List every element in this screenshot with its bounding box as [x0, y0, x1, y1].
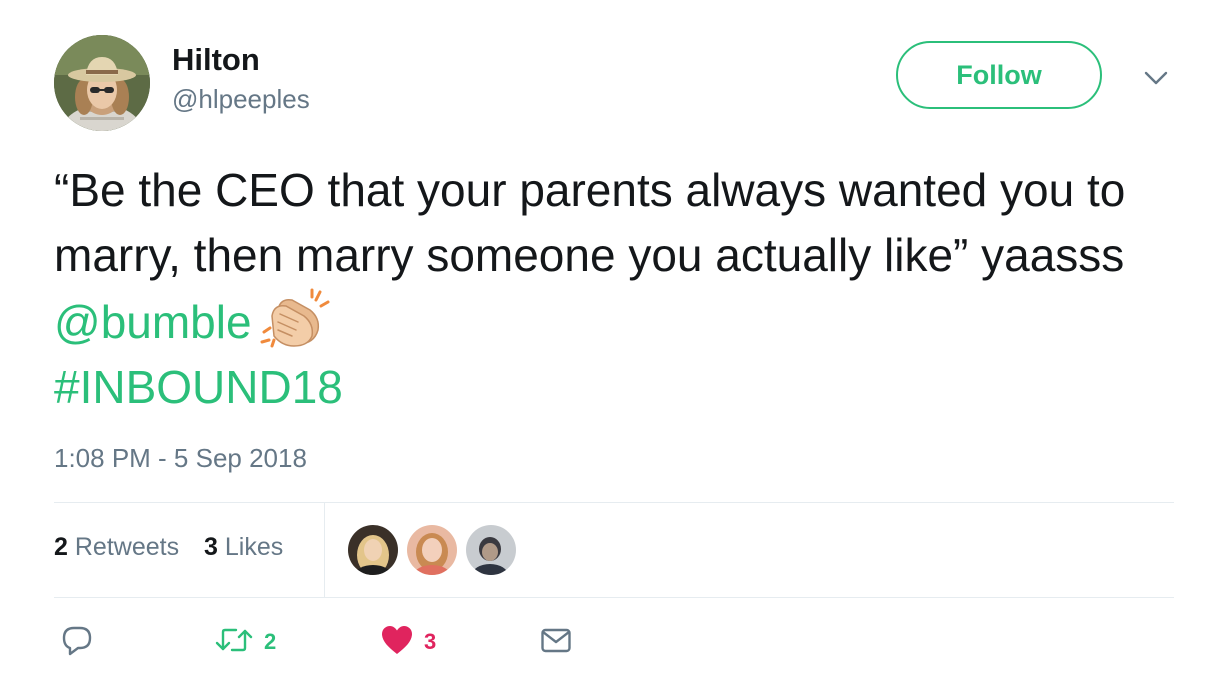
likes-count: 3: [204, 533, 218, 561]
tweet-stats: 2 Retweets 3 Likes: [54, 533, 283, 562]
author-avatar[interactable]: [54, 35, 150, 131]
clapping-hands-icon: [258, 288, 330, 348]
tweet-text-body: “Be the CEO that your parents always wan…: [54, 164, 1126, 281]
liker-avatar[interactable]: [348, 525, 398, 575]
divider: [54, 502, 1174, 503]
retweet-button[interactable]: 2: [214, 624, 276, 660]
heart-icon: [380, 624, 414, 661]
chevron-down-icon[interactable]: [1143, 68, 1169, 88]
retweets-count: 2: [54, 533, 68, 561]
hashtag-link[interactable]: #INBOUND18: [54, 361, 343, 413]
liker-avatar[interactable]: [407, 525, 457, 575]
author-handle[interactable]: @hlpeeples: [172, 84, 310, 115]
tweet-text: “Be the CEO that your parents always wan…: [54, 158, 1164, 420]
likes-stat[interactable]: 3 Likes: [204, 533, 283, 561]
retweet-count: 2: [264, 629, 277, 654]
retweets-stat[interactable]: 2 Retweets: [54, 533, 179, 561]
likes-label: Likes: [224, 533, 284, 561]
reply-icon: [60, 623, 94, 662]
liker-avatar[interactable]: [466, 525, 516, 575]
divider: [54, 597, 1174, 598]
follow-button[interactable]: Follow: [896, 41, 1102, 109]
reply-button[interactable]: [60, 624, 94, 660]
direct-message-button[interactable]: [540, 624, 572, 660]
like-button[interactable]: 3: [380, 624, 436, 660]
author-name[interactable]: Hilton: [172, 42, 260, 78]
retweet-icon: [214, 623, 254, 662]
tweet-timestamp[interactable]: 1:08 PM - 5 Sep 2018: [54, 443, 307, 474]
like-count: 3: [424, 629, 437, 654]
retweets-label: Retweets: [74, 533, 180, 561]
mention-link[interactable]: @bumble: [54, 296, 252, 348]
envelope-icon: [540, 624, 572, 661]
stats-divider: [324, 503, 325, 597]
